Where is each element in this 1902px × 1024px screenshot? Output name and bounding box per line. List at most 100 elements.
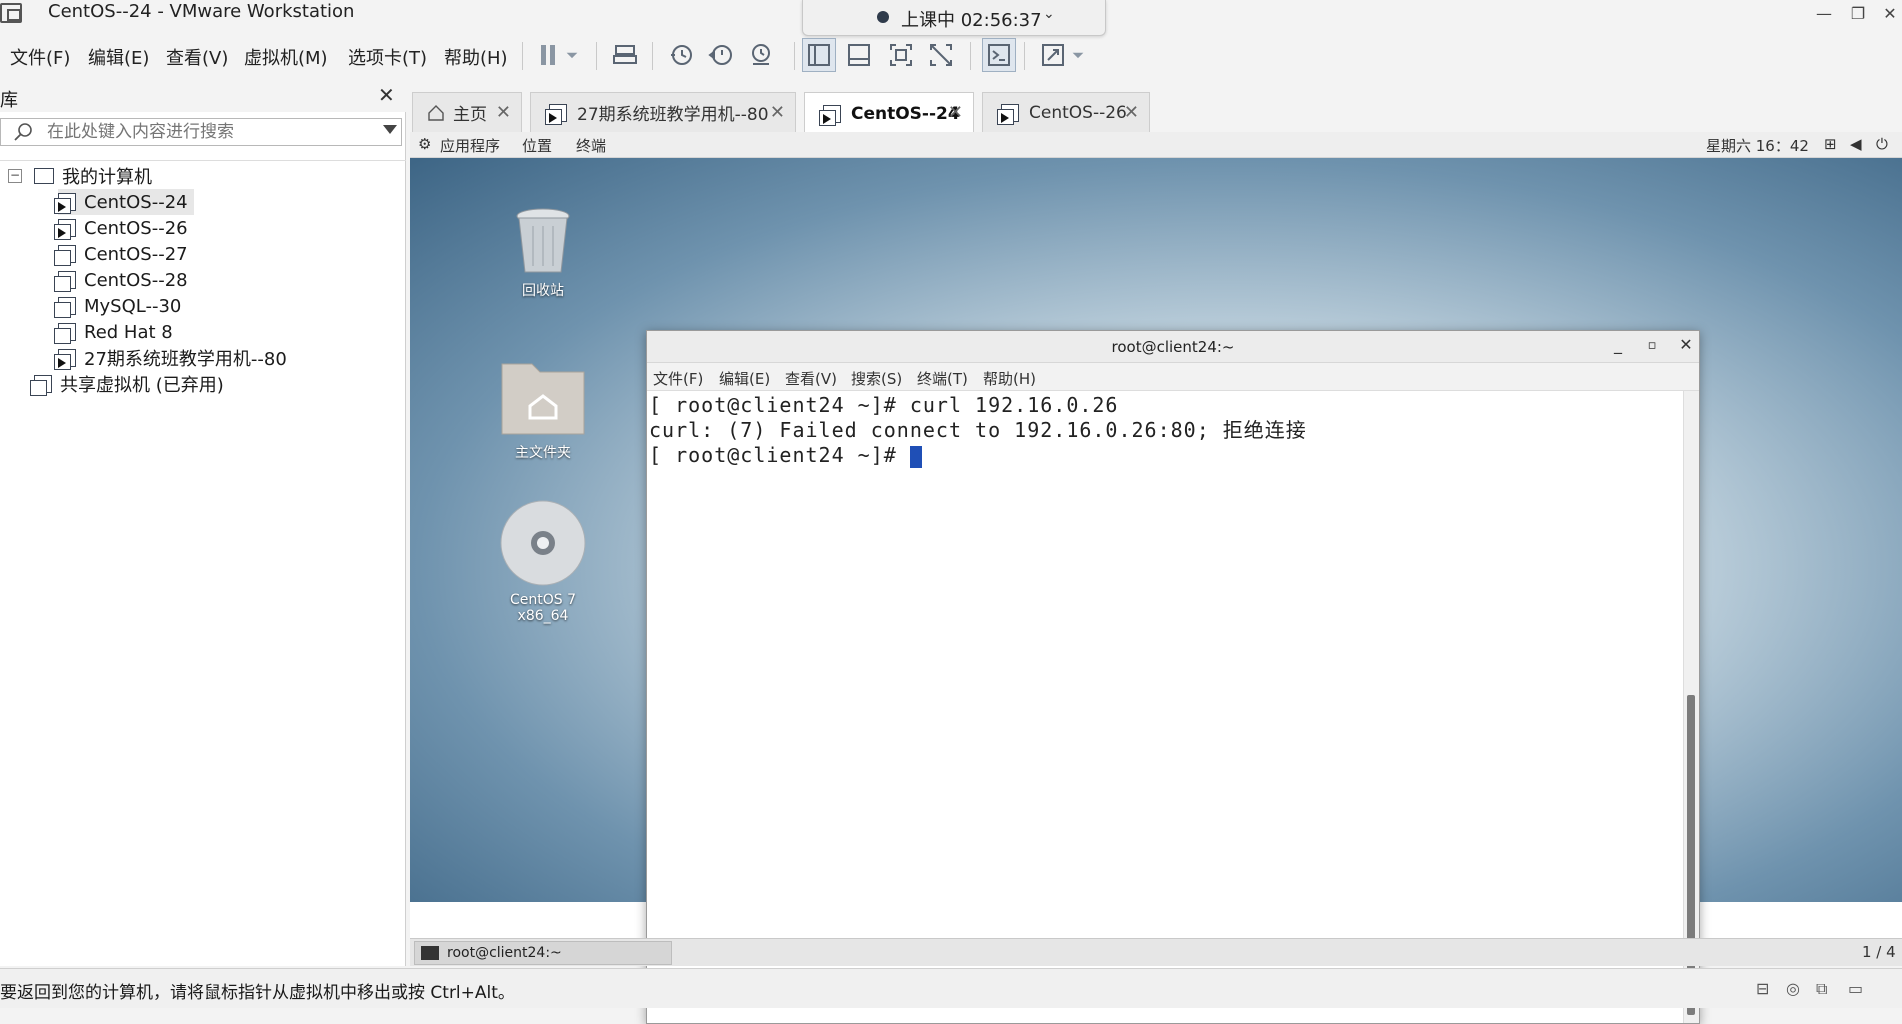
shared-vm-icon (30, 375, 52, 396)
gnome-applications-menu[interactable]: 应用程序 (440, 135, 500, 156)
tab-home[interactable]: 主页 ✕ (412, 92, 522, 132)
terminal-title: root@client24:~ (1111, 338, 1235, 356)
tab-vm-80[interactable]: 27期系统班教学用机--80 ✕ (530, 92, 796, 132)
vm-running-icon (54, 349, 76, 370)
terminal-window[interactable]: root@client24:~ _ ▫ ✕ 文件(F) 编辑(E) 查看(V) … (646, 330, 1700, 1024)
snapshot-manager-icon[interactable] (744, 38, 778, 72)
workspace-pager[interactable]: 1 / 4 (1862, 943, 1896, 961)
terminal-menu-file[interactable]: 文件(F) (653, 368, 703, 389)
tree-item-label: CentOS--26 (84, 217, 188, 239)
menu-help[interactable]: 帮助(H) (440, 42, 512, 72)
network-icon[interactable]: ⊞ (1824, 135, 1837, 153)
hard-disk-icon[interactable]: ⊟ (1756, 979, 1769, 998)
tab-bar: 主页 ✕ 27期系统班教学用机--80 ✕ CentOS--24 ✕ CentO… (412, 90, 1902, 134)
toolbar-separator (970, 42, 971, 70)
terminal-menu-help[interactable]: 帮助(H) (983, 368, 1036, 389)
menu-vm[interactable]: 虚拟机(M) (240, 42, 332, 72)
vm-display[interactable]: ⚙ 应用程序 位置 终端 星期六 16：42 ⊞ ◀ ⏻ 回收站 主文件夹 Ce… (410, 132, 1902, 1024)
search-dropdown-icon[interactable] (383, 125, 397, 134)
terminal-close-icon[interactable]: ✕ (1675, 335, 1697, 354)
menu-file[interactable]: 文件(F) (6, 42, 74, 72)
vm-running-icon (54, 193, 76, 214)
gnome-terminal-menu[interactable]: 终端 (576, 135, 606, 156)
revert-snapshot-icon[interactable] (704, 38, 738, 72)
toolbar-separator (794, 42, 795, 70)
close-button[interactable]: ✕ (1868, 0, 1902, 26)
stretch-guest-icon[interactable] (1036, 38, 1070, 72)
terminal-minimize-icon[interactable]: _ (1607, 335, 1629, 354)
tree-item-vm[interactable]: Red Hat 8 (54, 319, 173, 345)
console-view-icon[interactable] (982, 38, 1016, 72)
tree-root-my-computer[interactable]: − 我的计算机 (8, 163, 152, 189)
recording-timer: 上课中 02:56:37 (901, 10, 1042, 31)
power-icon[interactable]: ⏻ (1876, 135, 1888, 153)
menu-view[interactable]: 查看(V) (162, 42, 232, 72)
tab-close-icon[interactable]: ✕ (496, 102, 511, 123)
tab-centos-24[interactable]: CentOS--24 ✕ (804, 92, 974, 134)
chevron-down-icon[interactable]: ⌄ (1043, 6, 1055, 22)
tab-close-icon[interactable]: ✕ (1124, 102, 1139, 123)
toolbar-separator (596, 42, 597, 70)
scrollbar-thumb[interactable] (1687, 695, 1695, 1015)
terminal-maximize-icon[interactable]: ▫ (1641, 338, 1663, 353)
tree-item-label: MySQL--30 (84, 295, 182, 317)
gnome-apps-icon: ⚙ (418, 135, 432, 153)
collapse-icon[interactable]: − (8, 169, 22, 183)
volume-icon[interactable]: ◀ (1850, 135, 1862, 153)
tab-close-icon[interactable]: ✕ (948, 102, 963, 123)
send-keys-icon[interactable] (608, 38, 642, 72)
pause-dropdown-icon[interactable] (562, 38, 582, 72)
desktop-icon-home-folder[interactable]: 主文件夹 (488, 354, 598, 462)
terminal-menu-terminal[interactable]: 终端(T) (917, 368, 968, 389)
terminal-output[interactable]: [ root@client24 ~]# curl 192.16.0.26 cur… (647, 391, 1683, 1023)
tree-item-vm[interactable]: 27期系统班教学用机--80 (54, 345, 287, 371)
terminal-menu-search[interactable]: 搜索(S) (851, 368, 902, 389)
vm-icon (54, 297, 76, 318)
snapshot-icon[interactable] (664, 38, 698, 72)
tree-item-vm[interactable]: MySQL--30 (54, 293, 182, 319)
tree-item-vm[interactable]: CentOS--28 (54, 267, 188, 293)
terminal-menu-edit[interactable]: 编辑(E) (719, 368, 770, 389)
library-close-icon[interactable]: ✕ (378, 83, 395, 107)
tree-item-label: Red Hat 8 (84, 321, 173, 343)
tree-item-vm[interactable]: CentOS--27 (54, 241, 188, 267)
terminal-menu-view[interactable]: 查看(V) (785, 368, 837, 389)
trash-icon (516, 208, 570, 273)
vm-icon (54, 323, 76, 344)
pause-icon[interactable] (532, 38, 566, 72)
recording-indicator[interactable]: 上课中 02:56:37 ⌄ (802, 0, 1106, 36)
tab-close-icon[interactable]: ✕ (770, 102, 785, 123)
menu-edit[interactable]: 编辑(E) (84, 42, 153, 72)
unity-icon[interactable] (924, 38, 958, 72)
desktop-icon-trash[interactable]: 回收站 (488, 206, 598, 300)
message-icon[interactable]: ▭ (1848, 979, 1863, 998)
stretch-dropdown-icon[interactable] (1068, 38, 1088, 72)
vm-running-icon (545, 103, 567, 125)
tree-item-shared-vms[interactable]: 共享虚拟机 (已弃用) (30, 371, 224, 397)
menu-tabs[interactable]: 选项卡(T) (344, 42, 431, 72)
menu-bar: 文件(F) 编辑(E) 查看(V) 虚拟机(M) 选项卡(T) 帮助(H) (0, 36, 1902, 76)
network-adapter-icon[interactable]: ⧉ (1816, 979, 1827, 999)
terminal-line: curl: (7) Failed connect to 192.16.0.26:… (649, 418, 1307, 442)
gnome-places-menu[interactable]: 位置 (522, 135, 552, 156)
tree-item-vm[interactable]: CentOS--26 (54, 215, 188, 241)
toolbar-separator (522, 42, 523, 70)
terminal-scrollbar[interactable] (1683, 391, 1699, 1023)
terminal-titlebar[interactable]: root@client24:~ _ ▫ ✕ (647, 331, 1699, 363)
cd-icon[interactable]: ◎ (1786, 979, 1800, 998)
show-library-icon[interactable] (802, 38, 836, 72)
library-search[interactable] (0, 118, 402, 146)
gnome-clock[interactable]: 星期六 16：42 (1706, 135, 1809, 156)
tree-item-label: CentOS--28 (84, 269, 188, 291)
thumbnail-bar-icon[interactable] (842, 38, 876, 72)
vm-icon (54, 245, 76, 266)
full-screen-icon[interactable] (884, 38, 918, 72)
tab-centos-26[interactable]: CentOS--26 ✕ (982, 92, 1150, 132)
tree-item-vm[interactable]: CentOS--24 (54, 189, 194, 215)
desktop-icon-label: CentOS 7 x86_64 (509, 592, 576, 624)
search-input[interactable] (47, 120, 367, 144)
taskbar-item-terminal[interactable]: root@client24:~ (414, 941, 672, 965)
desktop-icon-cdrom[interactable]: CentOS 7 x86_64 (488, 498, 598, 624)
toolbar-separator (652, 42, 653, 70)
disc-icon (500, 500, 586, 586)
